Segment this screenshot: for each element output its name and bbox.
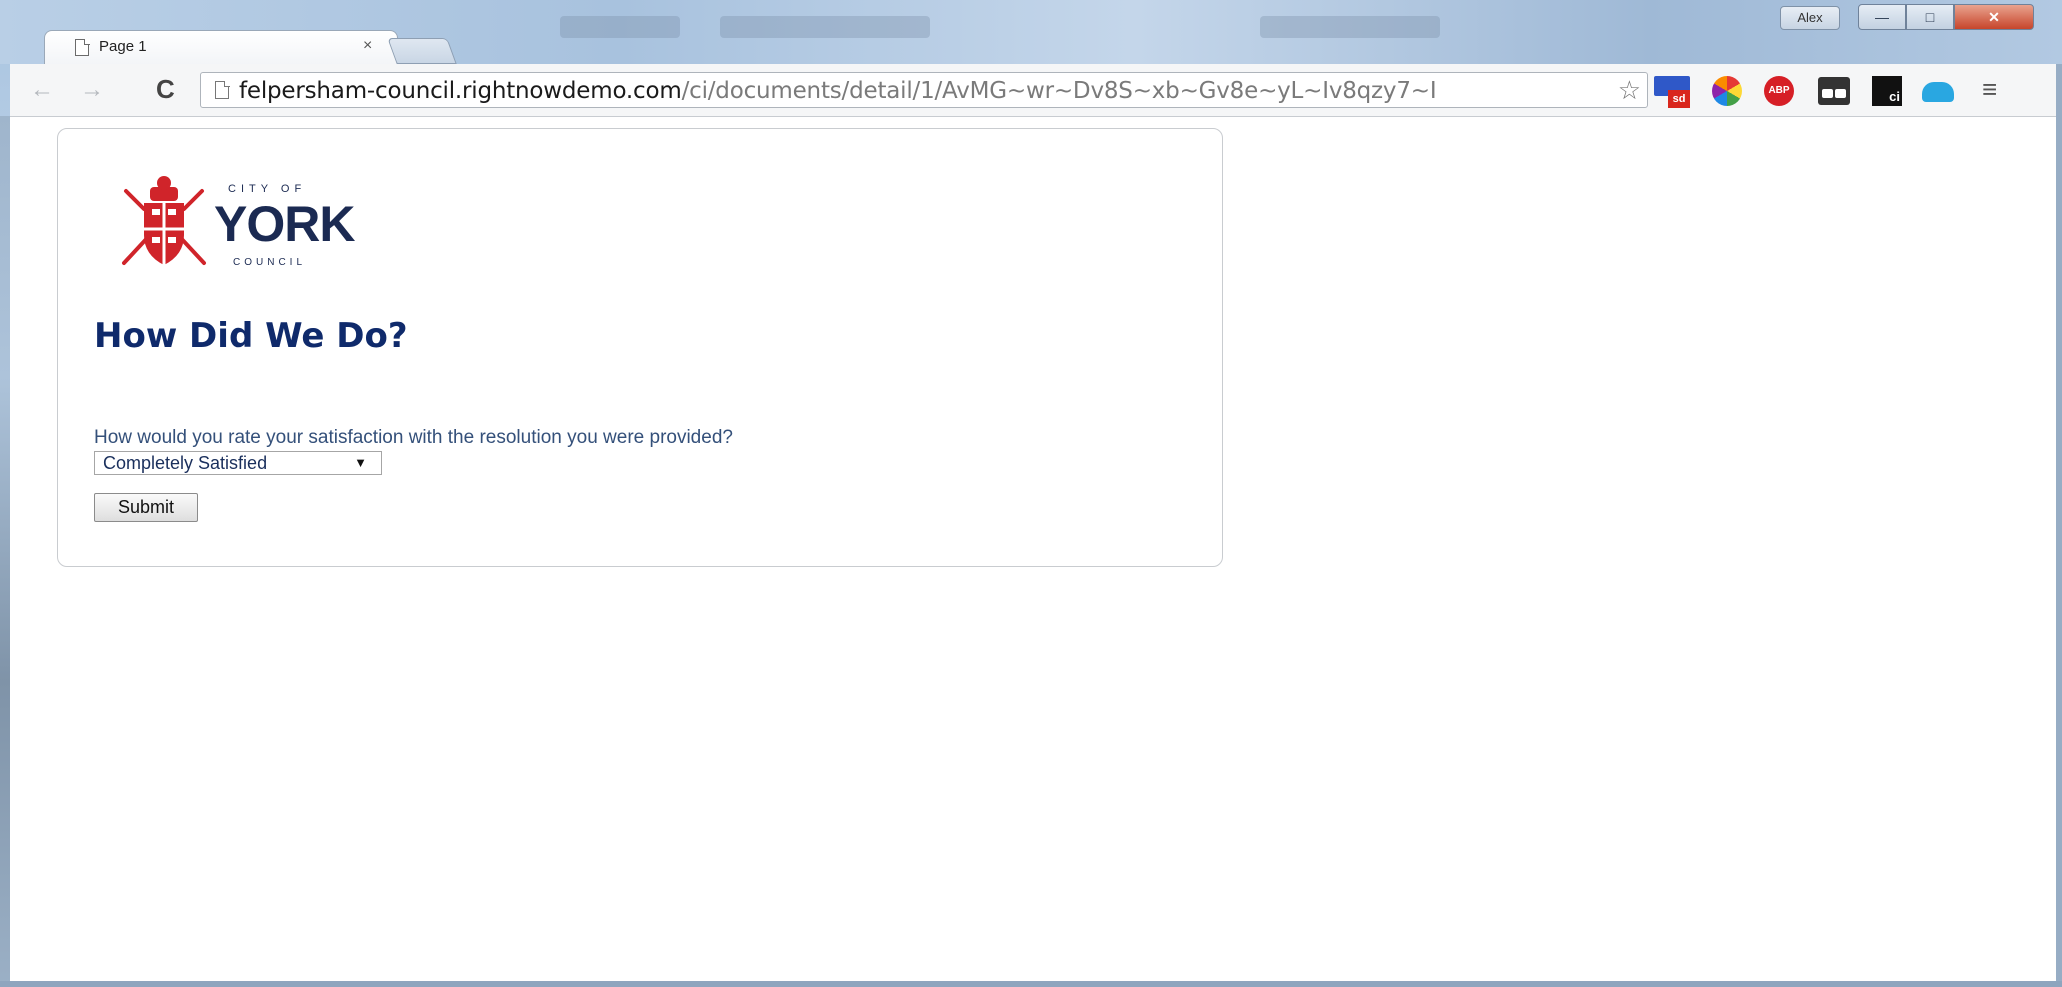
logo-city-of: CITY OF bbox=[228, 183, 307, 195]
window-border-left bbox=[0, 116, 10, 987]
close-window-button[interactable]: ✕ bbox=[1954, 4, 2034, 30]
maximize-button[interactable]: □ bbox=[1906, 4, 1954, 30]
extension-glasses-icon[interactable] bbox=[1818, 77, 1850, 105]
url-text[interactable]: felpersham-council.rightnowdemo.com/ci/d… bbox=[239, 78, 1437, 104]
tab-close-icon[interactable]: × bbox=[363, 37, 372, 55]
url-host: felpersham-council.rightnowdemo.com bbox=[239, 78, 682, 104]
york-council-logo: CITY OF YORK COUNCIL bbox=[116, 173, 386, 273]
logo-council: COUNCIL bbox=[233, 257, 307, 268]
dropdown-arrow-icon: ▼ bbox=[354, 455, 367, 470]
blurred-background bbox=[1260, 16, 1440, 38]
logo-york: YORK bbox=[214, 196, 355, 252]
coat-of-arms-icon bbox=[122, 176, 206, 265]
selected-option: Completely Satisfied bbox=[103, 453, 268, 473]
satisfaction-question-label: How would you rate your satisfaction wit… bbox=[94, 427, 733, 448]
window-border-bottom bbox=[0, 981, 2062, 987]
extension-adblock-icon[interactable]: ABP bbox=[1764, 76, 1794, 106]
submit-button[interactable]: Submit bbox=[94, 493, 198, 522]
satisfaction-rating-select[interactable]: Completely Satisfied ▼ bbox=[94, 451, 382, 475]
browser-toolbar: ← → C felpersham-council.rightnowdemo.co… bbox=[10, 64, 2056, 117]
menu-icon[interactable]: ≡ bbox=[1982, 74, 1997, 105]
tab-page-1[interactable]: Page 1 × bbox=[44, 30, 398, 64]
url-path: /ci/documents/detail/1/AvMG~wr~Dv8S~xb~G… bbox=[681, 78, 1437, 104]
minimize-button[interactable]: — bbox=[1858, 4, 1906, 30]
address-bar[interactable]: felpersham-council.rightnowdemo.com/ci/d… bbox=[200, 72, 1648, 108]
page-icon bbox=[215, 80, 230, 99]
extension-color-picker-icon[interactable] bbox=[1712, 76, 1742, 106]
survey-card: CITY OF YORK COUNCIL How Did We Do? How … bbox=[57, 128, 1223, 567]
blurred-background bbox=[720, 16, 930, 38]
browser-window: Page 1 × Alex — □ ✕ ← → C felpersham-cou… bbox=[0, 0, 2062, 987]
forward-arrow-icon[interactable]: → bbox=[80, 76, 104, 104]
window-controls: — □ ✕ bbox=[1858, 4, 2034, 30]
bookmark-star-icon[interactable]: ☆ bbox=[1618, 75, 1641, 106]
back-arrow-icon[interactable]: ← bbox=[30, 76, 54, 104]
new-tab-button[interactable] bbox=[387, 38, 457, 64]
window-border-right bbox=[2056, 64, 2062, 987]
extension-sd-icon[interactable]: sd bbox=[1654, 76, 1690, 108]
blurred-background bbox=[560, 16, 680, 38]
page-viewport: CITY OF YORK COUNCIL How Did We Do? How … bbox=[10, 117, 2056, 981]
profile-button[interactable]: Alex bbox=[1780, 6, 1840, 30]
title-bar: Page 1 × Alex — □ ✕ bbox=[0, 0, 2062, 64]
page-title: How Did We Do? bbox=[94, 316, 408, 356]
reload-icon[interactable]: C bbox=[156, 74, 175, 105]
tab-title: Page 1 bbox=[99, 38, 147, 55]
page-icon bbox=[75, 39, 89, 56]
extension-cloud-icon[interactable] bbox=[1922, 82, 1954, 102]
extension-ci-icon[interactable]: ci bbox=[1872, 76, 1902, 106]
